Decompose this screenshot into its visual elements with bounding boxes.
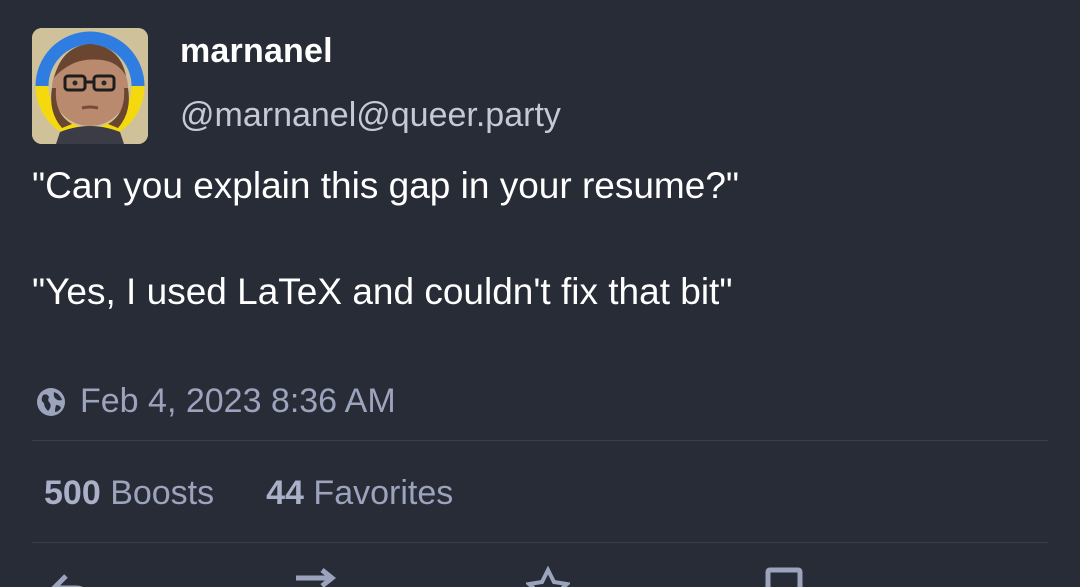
post-detail: marnanel @marnanel@queer.party "Can you … — [0, 0, 1080, 587]
avatar-image — [32, 28, 148, 144]
boosts-label: Boosts — [110, 474, 215, 512]
globe-icon — [34, 385, 68, 419]
post-timestamp[interactable]: Feb 4, 2023 8:36 AM — [80, 382, 396, 421]
post-paragraph: "Can you explain this gap in your resume… — [32, 165, 740, 206]
avatar[interactable] — [32, 28, 148, 144]
action-bar — [0, 566, 1080, 587]
post-stats: 500 Boosts 44 Favorites — [44, 474, 453, 513]
favorite-icon[interactable] — [524, 566, 572, 587]
divider — [32, 542, 1048, 543]
author-display-name[interactable]: marnanel — [180, 32, 333, 71]
author-handle[interactable]: @marnanel@queer.party — [180, 96, 561, 135]
bookmark-icon[interactable] — [762, 566, 806, 587]
boosts-stat[interactable]: 500 Boosts — [44, 474, 214, 513]
divider — [32, 440, 1048, 441]
boost-icon[interactable] — [292, 566, 337, 587]
favorites-count: 44 — [266, 474, 304, 512]
boosts-count: 500 — [44, 474, 101, 512]
favorites-label: Favorites — [313, 474, 454, 512]
post-content: "Can you explain this gap in your resume… — [32, 162, 1042, 374]
reply-icon[interactable] — [48, 566, 92, 587]
favorites-stat[interactable]: 44 Favorites — [266, 474, 453, 513]
post-paragraph: "Yes, I used LaTeX and couldn't fix that… — [32, 271, 733, 312]
post-meta: Feb 4, 2023 8:36 AM — [34, 382, 396, 421]
